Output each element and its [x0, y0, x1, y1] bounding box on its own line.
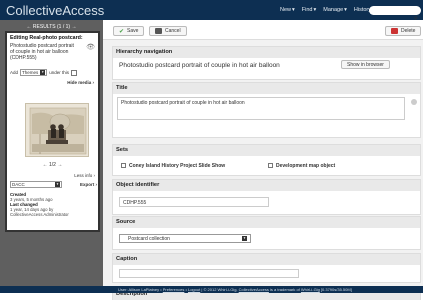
- check-icon: ✔: [119, 28, 125, 35]
- main-nav: New▾ Find▾ Manage▾ History▾: [280, 7, 375, 13]
- editor-main: ✔ Save Cancel Delete Hierarchy navigatio…: [103, 20, 423, 300]
- set-checkbox-development-map[interactable]: Development map object: [268, 163, 335, 169]
- section-heading: Caption: [113, 254, 420, 265]
- footer: User: Allison LaPlatney • Preferences • …: [0, 286, 423, 293]
- preferences-link[interactable]: Preferences: [163, 287, 185, 292]
- logout-link[interactable]: Logout: [188, 287, 200, 292]
- source-section: Source Postcard collection ▾: [112, 216, 421, 250]
- section-heading: Title: [113, 83, 420, 94]
- chevron-down-icon: ▾: [40, 70, 46, 75]
- chevron-down-icon: ▾: [242, 236, 247, 241]
- caption-section: Caption: [112, 253, 421, 283]
- add-go-button[interactable]: [71, 69, 78, 76]
- record-media-image[interactable]: [25, 103, 89, 157]
- identifier-section: Object identifier CDHP.555: [112, 179, 421, 215]
- nav-item-manage[interactable]: Manage ▾: [323, 7, 347, 13]
- hide-media-link[interactable]: Hide media ›: [67, 80, 94, 85]
- media-pager[interactable]: ← 1/2 →: [7, 162, 98, 168]
- editor-toolbar: ✔ Save Cancel Delete: [103, 20, 423, 40]
- record-metadata: Created 3 years, 5 months ago Last chang…: [10, 192, 69, 217]
- inspector-panel: Editing Real-photo postcard: Photostudio…: [5, 31, 100, 232]
- add-type-select[interactable]: Themes ▾: [20, 69, 48, 76]
- hierarchy-path[interactable]: Photostudio postcard portrait of couple …: [119, 62, 280, 69]
- chevron-down-icon: ▾: [344, 7, 347, 13]
- nav-item-new[interactable]: New ▾: [280, 7, 295, 13]
- less-info-link[interactable]: Less info ›: [74, 173, 95, 178]
- export-format-select[interactable]: DACC ▾: [10, 181, 62, 188]
- identifier-field[interactable]: CDHP.555: [119, 197, 269, 207]
- eye-icon[interactable]: 👁: [86, 43, 95, 51]
- section-heading: Source: [113, 217, 420, 228]
- results-navigation[interactable]: ← RESULTS (1 / 1) →: [0, 24, 103, 30]
- trash-icon: [391, 28, 398, 34]
- collectiveaccess-link[interactable]: CollectiveAccess: [239, 287, 269, 292]
- export-row: DACC ▾ Export ›: [10, 181, 97, 188]
- top-bar: CollectiveAccess New ▾ Find ▾ Manage ▾ Hist…: [0, 0, 423, 20]
- chevron-down-icon: ▾: [55, 182, 60, 187]
- export-link[interactable]: Export ›: [80, 182, 97, 187]
- show-in-browser-button[interactable]: Show in browser: [341, 60, 390, 69]
- record-title: Photostudio postcard portrait of couple …: [10, 43, 74, 61]
- app-logo[interactable]: CollectiveAccess: [6, 3, 104, 18]
- source-select[interactable]: Postcard collection ▾: [119, 234, 251, 243]
- title-field[interactable]: Photostudio postcard portrait of couple …: [117, 97, 405, 120]
- set-checkbox-coney-island[interactable]: Coney Island History Project Slide Show: [121, 163, 225, 169]
- delete-button[interactable]: Delete: [385, 26, 422, 36]
- section-heading: Object identifier: [113, 180, 420, 191]
- section-heading: Sets: [113, 145, 420, 156]
- search-input[interactable]: [369, 6, 421, 15]
- title-section: Title Photostudio postcard portrait of c…: [112, 82, 421, 138]
- editing-label: Editing Real-photo postcard:: [10, 35, 83, 41]
- nav-item-find[interactable]: Find ▾: [302, 7, 316, 13]
- section-heading: Hierarchy navigation: [113, 47, 420, 58]
- cancel-icon: [155, 28, 162, 34]
- caption-field[interactable]: [119, 269, 299, 278]
- cancel-button[interactable]: Cancel: [149, 26, 187, 36]
- chevron-down-icon: ▾: [313, 7, 317, 13]
- save-button[interactable]: ✔ Save: [113, 26, 145, 36]
- whirligig-link[interactable]: Whirl-i-Gig: [301, 287, 320, 292]
- postcard-photo: [26, 104, 88, 156]
- hierarchy-section: Hierarchy navigation Photostudio postcar…: [112, 46, 421, 80]
- remove-icon[interactable]: [411, 99, 417, 105]
- sets-section: Sets Coney Island History Project Slide …: [112, 144, 421, 176]
- chevron-down-icon: ▾: [292, 7, 295, 13]
- add-row: Add Themes ▾ under this: [10, 69, 80, 76]
